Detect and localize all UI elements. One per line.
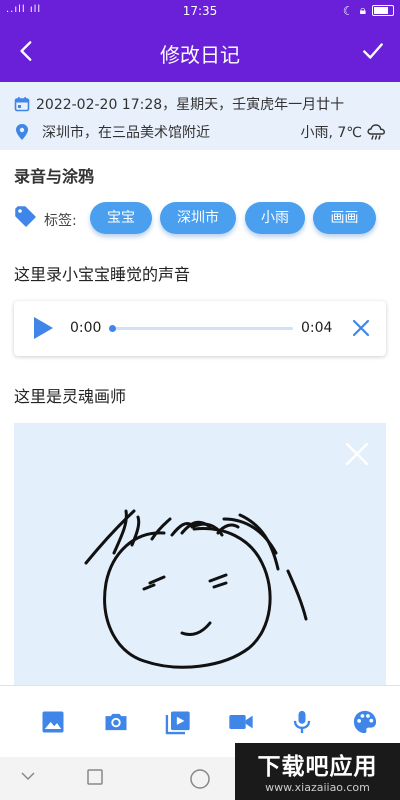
tag-chip[interactable]: 画画 [313,202,376,234]
datetime-row[interactable]: 2022-02-20 17:28，星期天，壬寅虎年一月廿十 [14,94,386,114]
battery-icon [372,5,394,16]
audio-player: 0:00 0:04 [14,301,386,356]
video-library-icon[interactable] [164,708,192,736]
image-icon[interactable] [39,708,67,736]
watermark-main: 下载吧应用 [257,754,378,780]
audio-duration: 0:04 [301,320,333,336]
close-icon[interactable] [352,319,370,337]
watermark-url: www.xiazaiiao.com [265,781,370,794]
diary-title[interactable]: 录音与涂鸦 [14,163,94,187]
moon-icon: ☾ [342,3,354,18]
rain-cloud-icon [367,124,386,140]
location-pin-icon [16,124,28,140]
location-text: 深圳市，在三品美术馆附近 [42,125,210,141]
tags-label: 标签: [44,213,77,229]
play-icon[interactable] [32,316,54,340]
nav-recents-icon[interactable] [86,768,104,786]
diary-info-bar: 2022-02-20 17:28，星期天，壬寅虎年一月廿十 深圳市，在三品美术馆… [0,82,400,150]
mic-icon[interactable] [288,708,316,736]
nav-back-icon[interactable] [20,768,36,784]
audio-progress-track[interactable] [109,325,293,332]
tag-icon [15,206,36,227]
close-icon[interactable] [344,441,370,467]
status-bar: ..ıll ıll 17:35 ☾ 🔒︎ [0,0,400,22]
nav-home-icon[interactable] [189,768,211,790]
status-time: 17:35 [182,4,218,18]
diary-paragraph[interactable]: 这里录小宝宝睡觉的声音 [14,261,190,285]
tag-chip[interactable]: 宝宝 [90,202,152,234]
doodle-canvas[interactable] [14,423,386,685]
doodle-sketch [84,509,308,669]
weather[interactable]: 小雨, 7℃ [300,122,386,142]
watermark-logo: 下载吧应用 www.xiazaiiao.com [235,743,400,800]
audio-progress-knob[interactable] [109,325,116,332]
datetime-text: 2022-02-20 17:28，星期天，壬寅虎年一月廿十 [36,97,345,113]
audio-current-time: 0:00 [70,320,102,336]
diary-paragraph[interactable]: 这里是灵魂画师 [14,383,126,407]
tags-row: 标签: 宝宝 深圳市 小雨 画画 [14,200,394,236]
tag-chip[interactable]: 小雨 [245,202,305,234]
location-row[interactable]: 深圳市，在三品美术馆附近 小雨, 7℃ [14,122,386,142]
page-title: 修改日记 [160,43,240,67]
weather-text: 小雨, 7℃ [300,125,362,141]
camera-icon[interactable] [102,708,130,736]
status-icons: ☾ 🔒︎ [343,3,394,18]
videocam-icon[interactable] [227,708,255,736]
tag-chip[interactable]: 深圳市 [160,202,236,234]
calendar-icon [14,97,30,112]
app-bar: 修改日记 [0,22,400,82]
check-icon[interactable] [360,38,386,64]
lock-icon: 🔒︎ [359,3,366,17]
palette-icon[interactable] [351,708,379,736]
